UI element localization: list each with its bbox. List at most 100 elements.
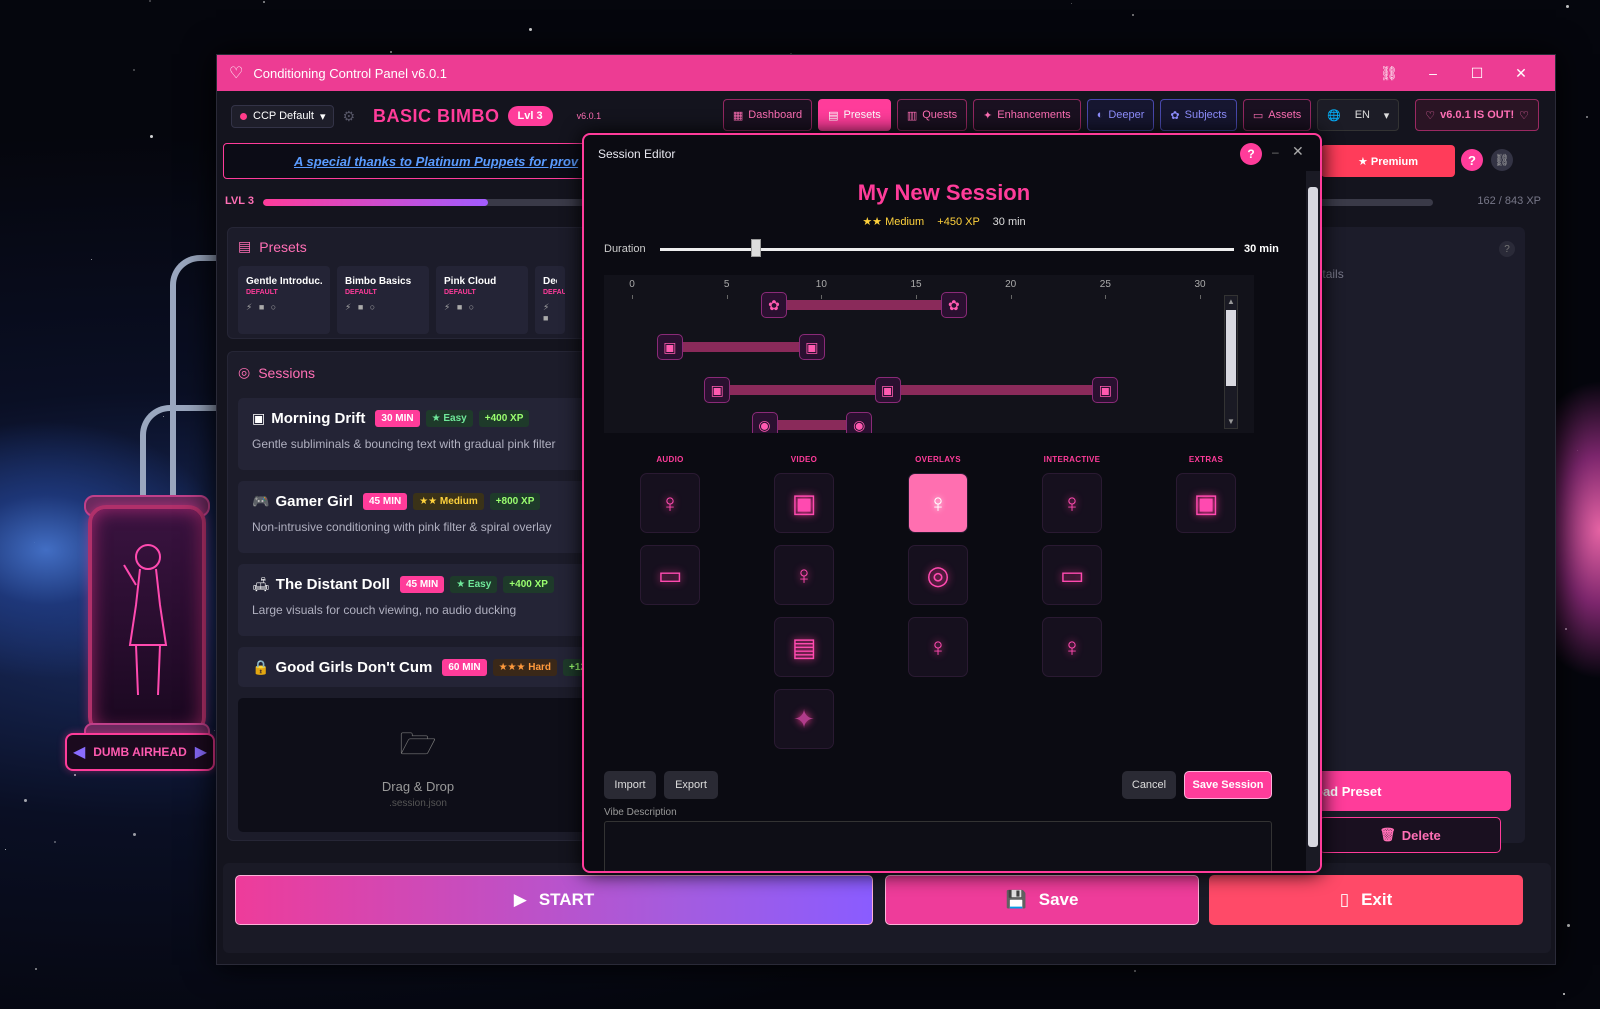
vibe-description-input[interactable] [604, 821, 1272, 871]
module-tile-icon[interactable]: ▭ [1042, 545, 1102, 605]
timeline-scrollbar[interactable]: ▲ ▼ [1224, 295, 1238, 429]
timeline-node-icon[interactable]: ▣ [1092, 377, 1119, 403]
drop-zone[interactable]: 🗁 Drag & Drop .session.json [238, 698, 598, 832]
update-notice-button[interactable]: ♡ v6.0.1 IS OUT! ♡ [1415, 99, 1539, 131]
module-tile-icon[interactable]: ▭ [640, 545, 700, 605]
version-label: v6.0.1 [576, 111, 602, 121]
dialog-scrollbar[interactable] [1306, 171, 1320, 871]
start-button[interactable]: ▶ START [235, 875, 873, 925]
deeper-icon: ◐ [1096, 109, 1104, 121]
target-icon: ◎ [238, 364, 251, 380]
dialog-close-button[interactable]: ✕ [1292, 143, 1304, 160]
cancel-button[interactable]: Cancel [1122, 771, 1176, 799]
preset-card[interactable]: Gentle Introduc... DEFAULT ⚡ ■ ○ [238, 266, 330, 334]
language-select[interactable]: 🌐 EN ▾ [1317, 99, 1400, 131]
folder-icon: 🗁 [399, 727, 437, 761]
exit-button[interactable]: ▯ Exit [1209, 875, 1523, 925]
module-tile-icon[interactable]: ▣ [1176, 473, 1236, 533]
session-timeline[interactable]: ▲ ▼ 051015202530✿✿▣▣▣▣▣▣◉◉ [604, 275, 1254, 433]
import-button[interactable]: Import [604, 771, 656, 799]
subjects-icon: ✿ [1170, 109, 1180, 122]
minimize-button[interactable]: – [1411, 65, 1455, 81]
chevron-down-icon: ▾ [319, 110, 326, 123]
profile-select[interactable]: CCP Default ▾ [231, 104, 335, 128]
timeline-node-icon[interactable]: ◉ [846, 412, 873, 433]
character-pod: ◀ DUMB AIRHEAD ▶ [60, 255, 230, 795]
timeline-bar[interactable] [717, 385, 888, 395]
module-tile-icon[interactable]: ◎ [908, 545, 968, 605]
module-tile-icon[interactable]: ♀ [774, 545, 834, 605]
tab-presets[interactable]: ▤ Presets [818, 99, 891, 131]
module-tile-icon[interactable]: ♀ [1042, 473, 1102, 533]
module-tile-icon[interactable]: ♀ [640, 473, 700, 533]
character-prev-button[interactable]: ◀ [73, 742, 85, 762]
link-icon[interactable]: ⛓ [1367, 65, 1411, 82]
scroll-down-icon[interactable]: ▼ [1226, 417, 1236, 427]
xp-badge: +800 XP [489, 493, 541, 510]
load-preset-button[interactable]: oad Preset [1295, 771, 1511, 811]
tab-deeper[interactable]: ◐ Deeper [1086, 99, 1155, 131]
duration-badge: 30 MIN [375, 410, 420, 427]
duration-slider-thumb[interactable] [750, 239, 761, 257]
difficulty-badge: ★ Easy [450, 576, 498, 593]
session-name[interactable]: My New Session [584, 180, 1304, 206]
timeline-node-icon[interactable]: ▣ [874, 377, 901, 403]
tab-assets[interactable]: ▭ Assets [1242, 99, 1312, 131]
duration-badge: 45 MIN [399, 576, 445, 593]
module-tile-icon[interactable]: ✦ [774, 689, 834, 749]
scroll-up-icon[interactable]: ▲ [1226, 297, 1236, 307]
save-session-button[interactable]: Save Session [1184, 771, 1272, 799]
premium-button[interactable]: ★ Premium [1321, 145, 1455, 177]
timeline-tick [726, 295, 728, 299]
tab-subjects[interactable]: ✿ Subjects [1160, 99, 1237, 131]
details-help-icon[interactable]: ? [1499, 241, 1515, 257]
timeline-node-icon[interactable]: ▣ [798, 334, 825, 360]
duration-slider-track[interactable] [660, 248, 1234, 251]
module-tile-icon[interactable]: ♀ [1042, 617, 1102, 677]
timeline-bar[interactable] [669, 342, 812, 352]
timeline-node-icon[interactable]: ▣ [656, 334, 683, 360]
session-card[interactable]: 🎮 Gamer Girl 45 MIN ★★ Medium +800 XP Non-int… [238, 481, 598, 553]
module-tile-icon[interactable]: ▤ [774, 617, 834, 677]
module-tile-icon[interactable]: ♀ [908, 617, 968, 677]
tab-quests[interactable]: ▥ Quests [896, 99, 968, 131]
link-button[interactable]: ⛓ [1491, 149, 1513, 171]
presets-icon: ▤ [238, 238, 252, 254]
duration-label: Duration [604, 243, 646, 255]
timeline-bar[interactable] [764, 420, 860, 430]
dialog-scroll-thumb[interactable] [1308, 187, 1318, 847]
preset-card[interactable]: Bimbo Basics DEFAULT ⚡ ■ ○ [337, 266, 429, 334]
dialog-minimize-button[interactable]: – [1272, 145, 1279, 159]
gear-icon[interactable]: ⚙ [342, 108, 355, 125]
update-notice-text: v6.0.1 IS OUT! [1440, 109, 1515, 121]
delete-button[interactable]: 🗑 Delete [1319, 817, 1501, 853]
preset-card[interactable]: Pink Cloud DEFAULT ⚡ ■ ○ [436, 266, 528, 334]
tab-dashboard[interactable]: ▦ Dashboard [722, 99, 813, 131]
timeline-bar[interactable] [887, 385, 1106, 395]
timeline-bar[interactable] [774, 300, 954, 310]
timeline-node-icon[interactable]: ✿ [940, 292, 967, 318]
maximize-button[interactable]: ☐ [1455, 65, 1499, 82]
save-button[interactable]: 💾 Save [885, 875, 1199, 925]
module-tile-icon[interactable]: ♀ [908, 473, 968, 533]
presets-title-text: Presets [259, 238, 307, 255]
close-button[interactable]: ✕ [1499, 65, 1543, 82]
heart-icon: ♡ [1425, 109, 1436, 122]
help-button[interactable]: ? [1461, 149, 1483, 171]
session-card[interactable]: ▣ Morning Drift 30 MIN ★ Easy +400 XP Gentle … [238, 398, 598, 470]
duration-badge: 60 MIN [442, 659, 487, 676]
tab-enhancements[interactable]: ✦ Enhancements [973, 99, 1081, 131]
tab-label: Deeper [1108, 109, 1145, 121]
session-card[interactable]: 🔒 Good Girls Don't Cum 60 MIN ★★★ Hard +12 [238, 647, 598, 687]
xp-badge: +400 XP [478, 410, 530, 427]
timeline-scroll-thumb[interactable] [1226, 310, 1236, 386]
module-tile-icon[interactable]: ▣ [774, 473, 834, 533]
preset-card[interactable]: Deep C DEFAULT ⚡ ■ [535, 266, 565, 334]
export-button[interactable]: Export [664, 771, 718, 799]
character-next-button[interactable]: ▶ [195, 742, 207, 762]
session-card[interactable]: 🛋 The Distant Doll 45 MIN ★ Easy +400 XP Larg… [238, 564, 598, 636]
timeline-node-icon[interactable]: ✿ [761, 292, 787, 318]
timeline-node-icon[interactable]: ◉ [751, 412, 778, 433]
timeline-node-icon[interactable]: ▣ [704, 377, 731, 403]
dialog-help-button[interactable]: ? [1240, 143, 1262, 165]
